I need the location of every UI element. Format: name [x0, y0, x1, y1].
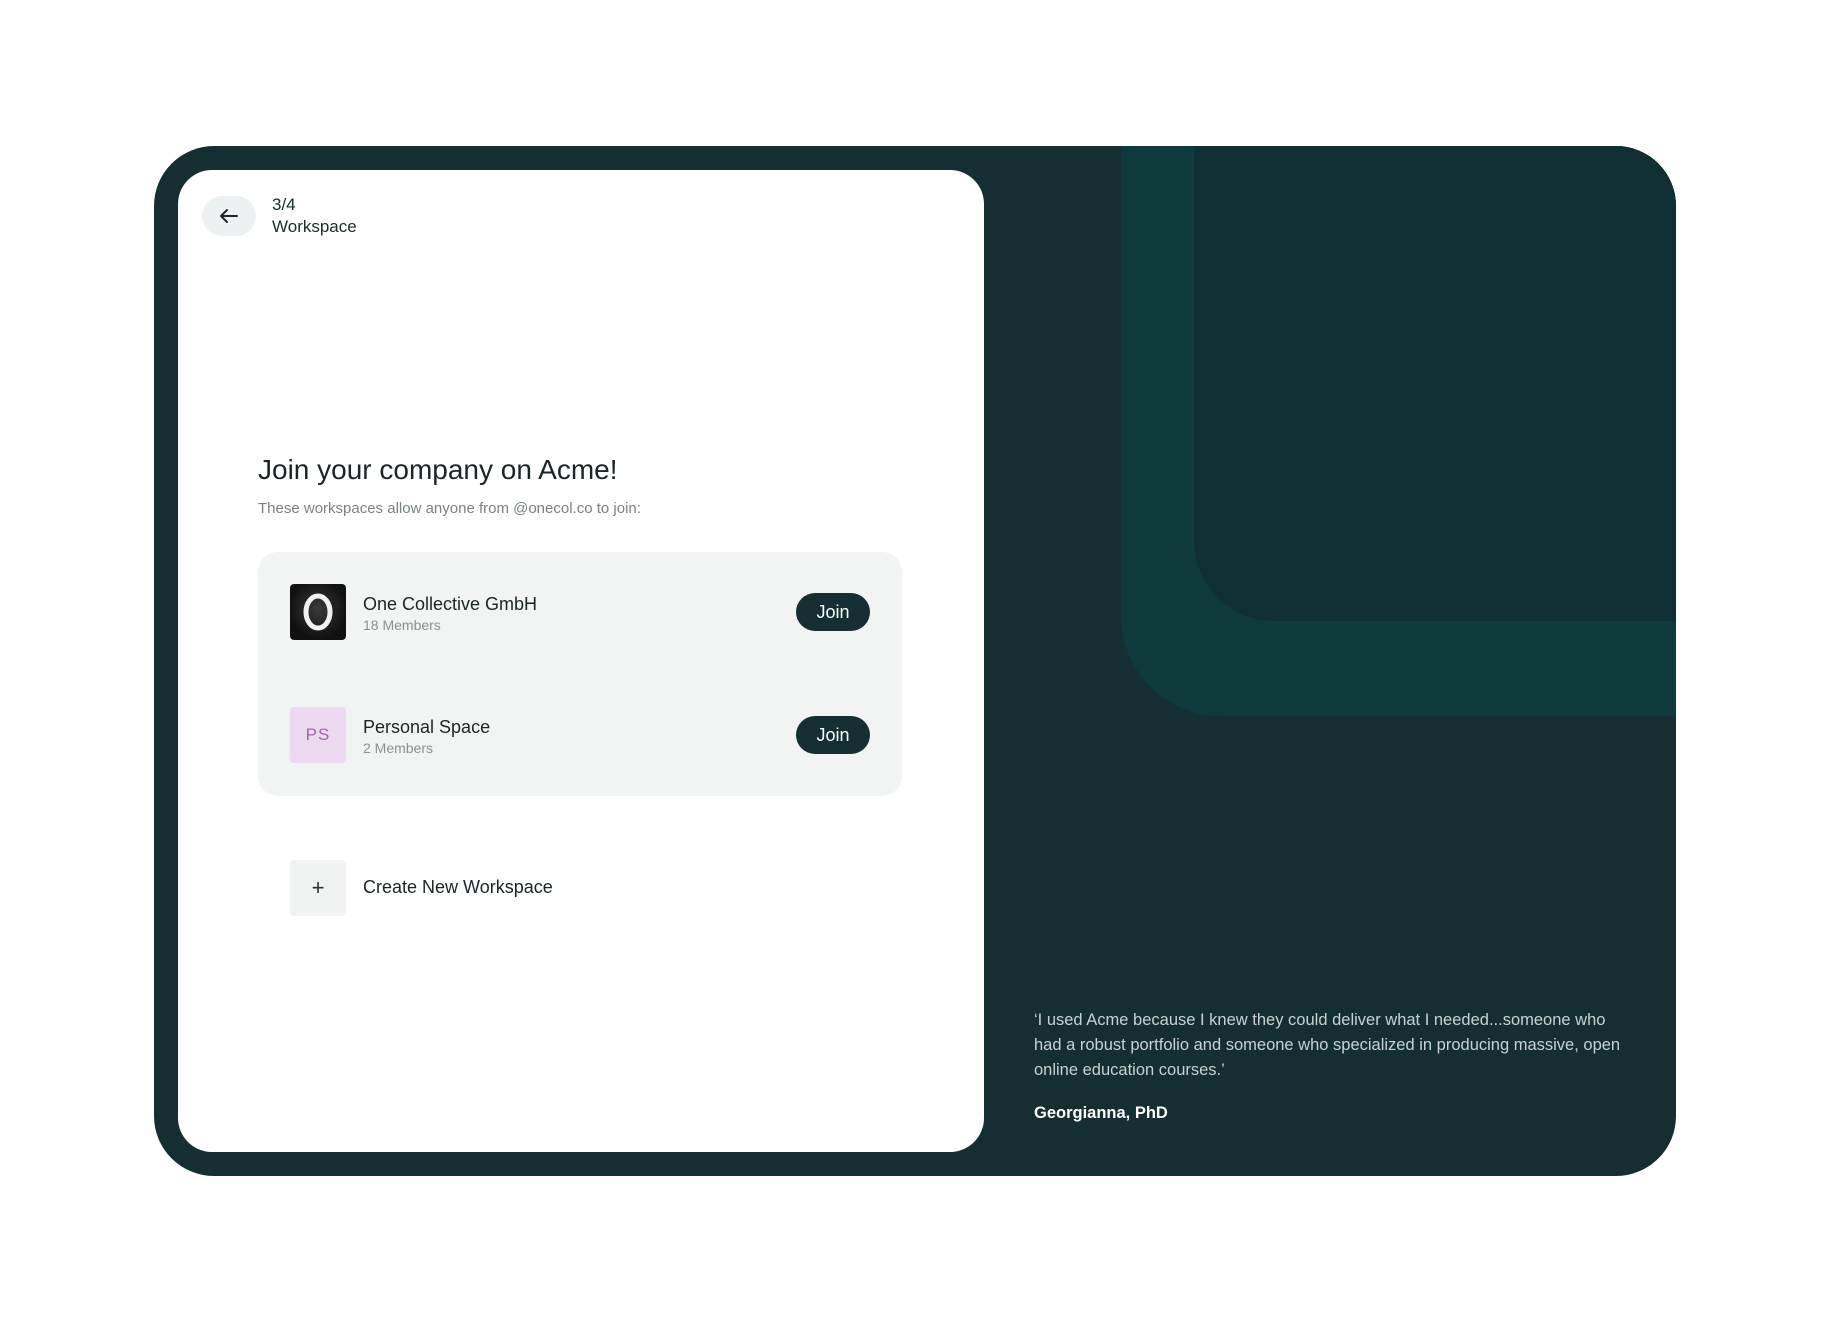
step-progress: 3/4 — [272, 195, 296, 214]
create-workspace-button[interactable]: + Create New Workspace — [290, 860, 610, 916]
create-workspace-label: Create New Workspace — [363, 877, 553, 897]
step-indicator: 3/4 Workspace — [272, 194, 357, 238]
workspace-name: One Collective GmbH — [363, 594, 538, 614]
plus-icon: + — [290, 860, 346, 916]
testimonial-quote: ‘I used Acme because I knew they could d… — [1034, 1011, 1621, 1079]
testimonial-author: Georgianna, PhD — [1034, 1104, 1168, 1122]
arrow-left-icon — [219, 208, 239, 224]
workspace-members: 2 Members — [363, 740, 434, 756]
onboarding-frame: 3/4 Workspace Join your company on Acme!… — [154, 146, 1676, 1176]
onboarding-card: 3/4 Workspace Join your company on Acme!… — [178, 170, 984, 1152]
back-button[interactable] — [202, 196, 256, 236]
workspace-logo-o — [303, 593, 333, 631]
workspace-list: One Collective GmbH 18 Members Join PS P… — [258, 552, 902, 796]
decorative-shape-inner — [1194, 146, 1676, 621]
join-button[interactable]: Join — [796, 593, 870, 631]
workspace-logo — [290, 584, 346, 640]
workspace-logo: PS — [290, 707, 346, 763]
workspace-item-one-collective: One Collective GmbH 18 Members Join — [290, 584, 870, 640]
join-button[interactable]: Join — [796, 716, 870, 754]
workspace-name: Personal Space — [363, 717, 491, 737]
page-title: Join your company on Acme! — [258, 454, 618, 485]
workspace-item-personal-space: PS Personal Space 2 Members Join — [290, 707, 870, 763]
page-subtitle: These workspaces allow anyone from @onec… — [258, 500, 641, 517]
workspace-members: 18 Members — [363, 617, 441, 633]
step-label: Workspace — [272, 217, 357, 236]
